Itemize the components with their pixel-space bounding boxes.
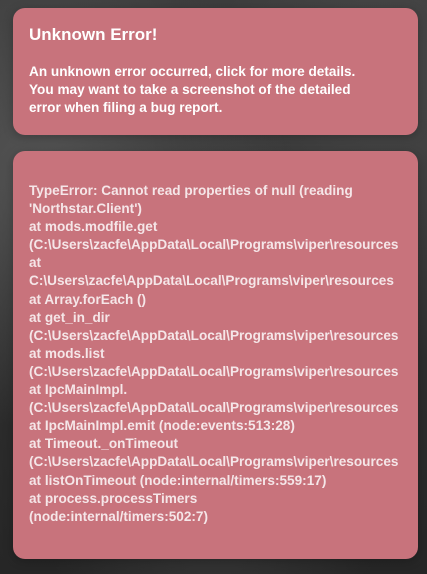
stack-trace-line: (C:\Users\zacfe\AppData\Local\Programs\v… xyxy=(29,454,399,470)
stack-trace-line: at IpcMainImpl. xyxy=(29,382,128,398)
stack-trace-line: (C:\Users\zacfe\AppData\Local\Programs\v… xyxy=(29,400,399,416)
stack-trace-line: TypeError: Cannot read properties of nul… xyxy=(29,183,353,198)
stack-trace-line: at Timeout._onTimeout xyxy=(29,436,179,452)
stack-trace-line: 'Northstar.Client') xyxy=(29,201,142,217)
stack-trace-line: at IpcMainImpl.emit (node:events:513:28) xyxy=(29,418,295,434)
stack-trace-line: at Array.forEach () xyxy=(29,291,147,307)
stack-trace-line: (node:internal/timers:502:7) xyxy=(29,508,209,524)
stack-trace-line: C:\Users\zacfe\AppData\Local\Programs\vi… xyxy=(29,273,394,289)
stack-trace-line: at listOnTimeout (node:internal/timers:5… xyxy=(29,472,327,488)
stack-trace-line: at get_in_dir xyxy=(29,309,110,325)
error-title: Unknown Error! xyxy=(29,25,158,44)
error-details-toast[interactable]: TypeError: Cannot read properties of nul… xyxy=(13,151,418,559)
stack-trace-line: at process.processTimers xyxy=(29,490,198,506)
error-toast[interactable]: Unknown Error! An unknown error occurred… xyxy=(13,8,418,135)
stack-trace-line: (C:\Users\zacfe\AppData\Local\Programs\v… xyxy=(29,237,399,253)
error-message-line: An unknown error occurred, click for mor… xyxy=(29,64,356,79)
stack-trace-line: at xyxy=(29,255,42,271)
stack-trace-line: at mods.list xyxy=(29,345,105,361)
stack-trace-line: (C:\Users\zacfe\AppData\Local\Programs\v… xyxy=(29,327,399,343)
error-message-line: error when filing a bug report. xyxy=(29,100,223,115)
stack-trace: TypeError: Cannot read properties of nul… xyxy=(29,182,418,526)
stack-trace-line: at mods.modfile.get xyxy=(29,219,158,235)
error-message: An unknown error occurred, click for mor… xyxy=(29,63,402,117)
stack-trace-line: (C:\Users\zacfe\AppData\Local\Programs\v… xyxy=(29,363,399,379)
error-message-line: You may want to take a screenshot of the… xyxy=(29,82,351,97)
